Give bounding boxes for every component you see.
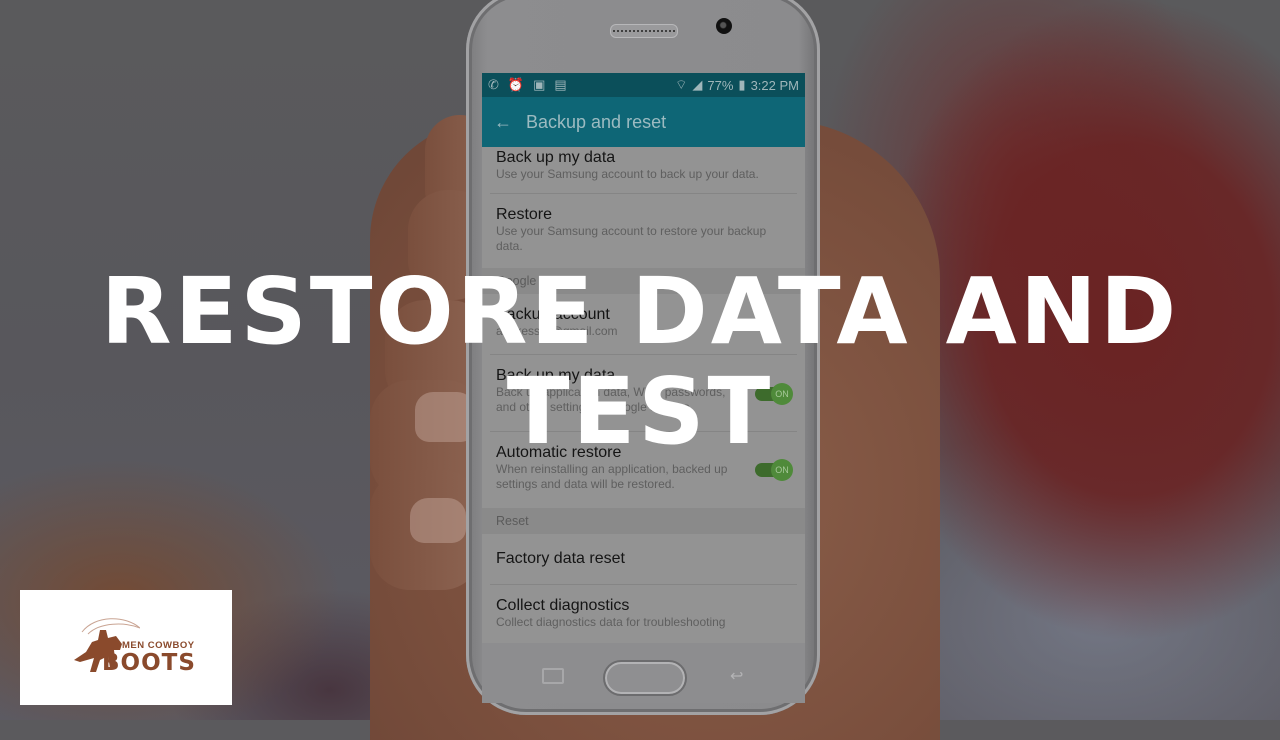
wifi-icon: ⌔ (675, 77, 688, 92)
front-camera (716, 18, 732, 34)
fingernail (410, 498, 466, 543)
battery-icon: ▮ (738, 77, 746, 92)
headline-line-2: TEST (506, 358, 774, 465)
gallery-icon: ▣ (533, 77, 546, 92)
section-header-reset: Reset (482, 508, 805, 534)
automatic-restore-toggle[interactable]: ON (755, 459, 793, 481)
earpiece-speaker (610, 24, 678, 38)
list-item-back-up-my-data[interactable]: Back up my data Use your Samsung account… (482, 147, 805, 193)
item-title: Back up my data (496, 149, 616, 166)
back-icon[interactable]: ↩ (730, 666, 743, 686)
item-title: Collect diagnostics (496, 597, 630, 614)
home-button[interactable] (603, 660, 687, 696)
alarm-icon: ⏰ (507, 77, 525, 92)
clock: 3:22 PM (750, 77, 799, 93)
item-subtitle: Use your Samsung account to back up your… (496, 167, 759, 181)
list-item-restore[interactable]: Restore Use your Samsung account to rest… (482, 194, 805, 268)
app-bar-title: Backup and reset (526, 111, 667, 132)
toggle-knob: ON (771, 459, 793, 481)
sim-icon: ▤ (554, 77, 567, 92)
recent-apps-icon[interactable] (542, 668, 564, 684)
list-item-collect-diagnostics[interactable]: Collect diagnostics Collect diagnostics … (482, 585, 805, 643)
item-subtitle: When reinstalling an application, backed… (496, 462, 728, 491)
battery-percent: 77% (707, 77, 734, 93)
call-forwarding-icon: ✆ (488, 77, 499, 92)
brand-logo: MEN COWBOY BOOTS (20, 590, 232, 705)
headline-line-1: RESTORE DATA AND (100, 258, 1180, 365)
arrow-left-icon[interactable]: ← (494, 112, 512, 133)
item-subtitle: Use your Samsung account to restore your… (496, 224, 767, 253)
item-title: Restore (496, 206, 553, 223)
status-bar: ✆ ⏰ ▣ ▤ ⌔ ◢ 77% ▮ 3:22 PM (482, 73, 805, 97)
app-bar: ← Backup and reset (482, 97, 805, 147)
signal-icon: ◢ (692, 77, 703, 92)
item-subtitle: Collect diagnostics data for troubleshoo… (496, 615, 726, 629)
list-item-factory-data-reset[interactable]: Factory data reset (482, 534, 805, 584)
item-title: Factory data reset (496, 550, 625, 567)
logo-big-text: BOOTS (102, 650, 196, 676)
